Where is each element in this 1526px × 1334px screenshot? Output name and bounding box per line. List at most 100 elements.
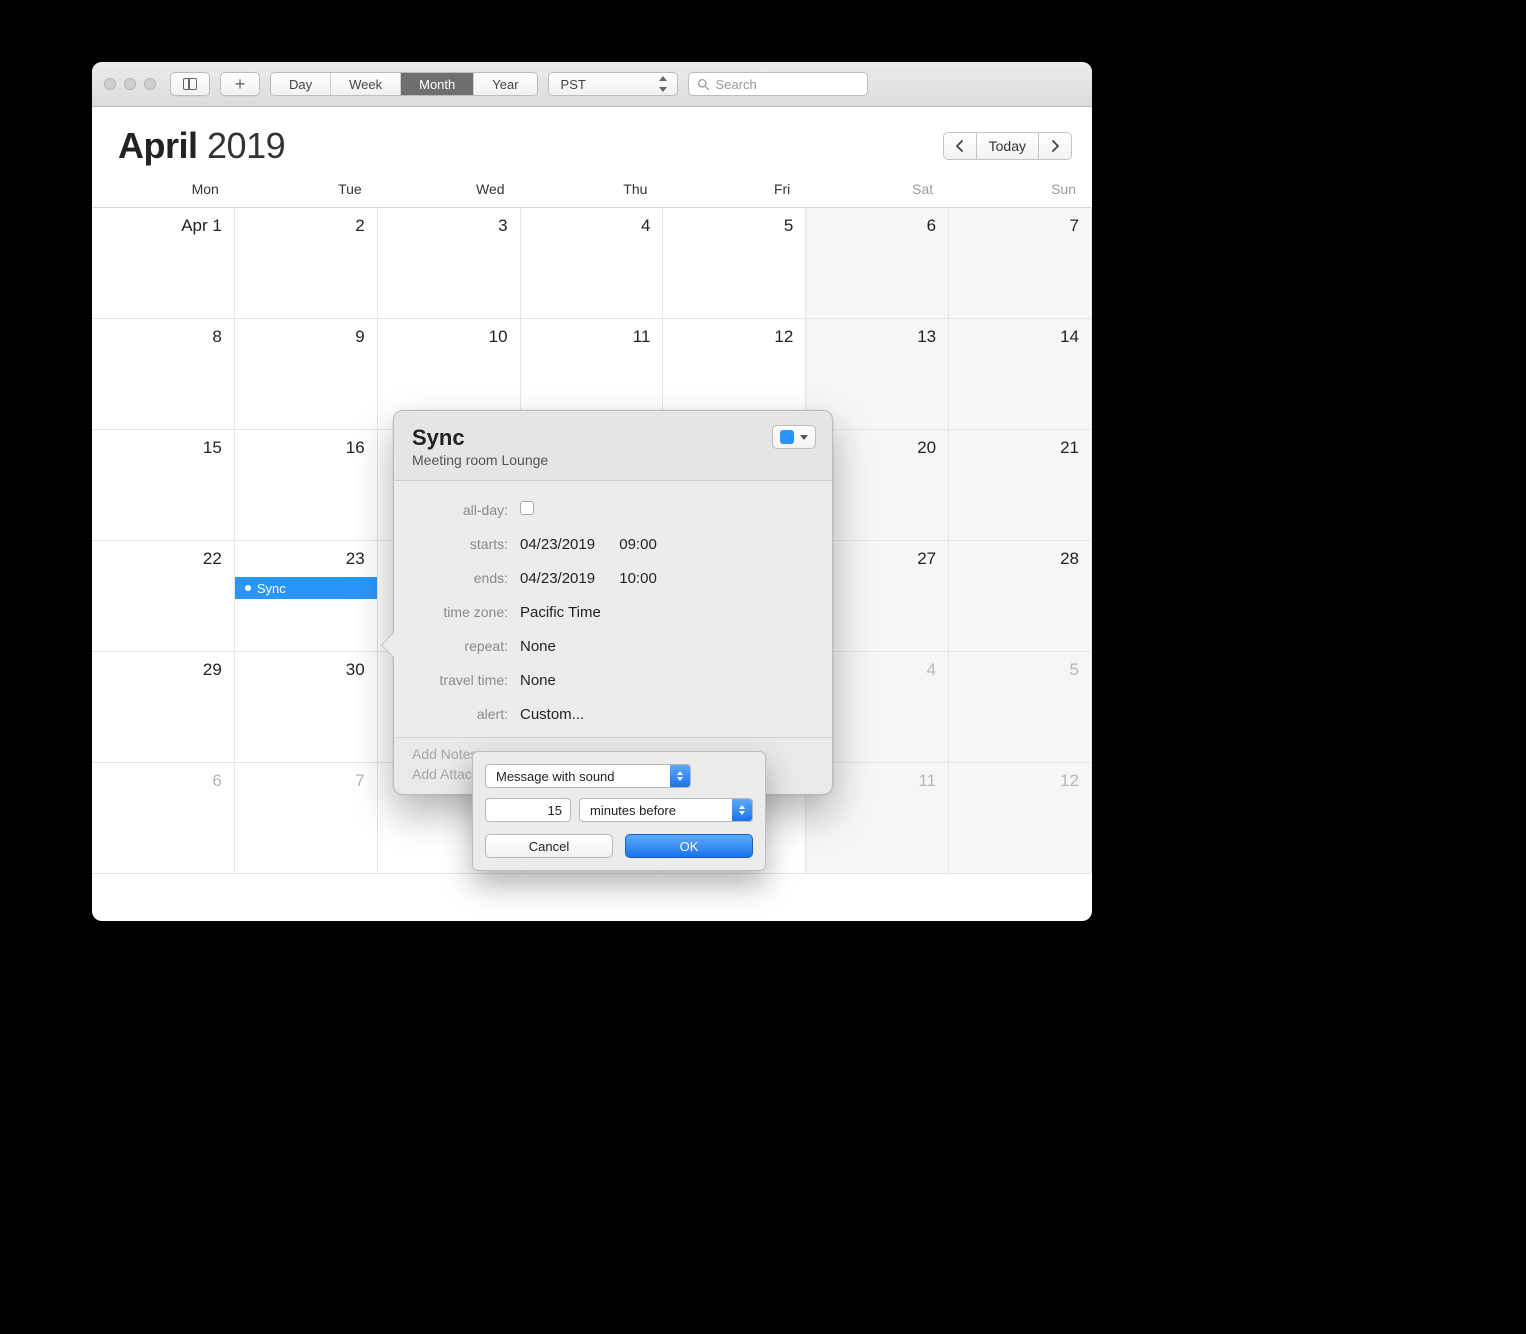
- stepper-arrows-icon: [657, 76, 669, 92]
- alert-type-value: Message with sound: [486, 769, 625, 784]
- weekday-label: Thu: [521, 181, 664, 197]
- weekday-label: Fri: [663, 181, 806, 197]
- view-year[interactable]: Year: [474, 73, 536, 95]
- day-cell[interactable]: 9: [235, 319, 378, 430]
- day-number: 12: [1060, 771, 1079, 791]
- alert-config-popover: Message with sound 15 minutes before Can…: [472, 751, 766, 871]
- day-cell[interactable]: 3: [378, 208, 521, 319]
- day-number: 2: [355, 216, 364, 236]
- alert-unit-select[interactable]: minutes before: [579, 798, 753, 822]
- travel-time-value[interactable]: None: [520, 672, 556, 689]
- view-week[interactable]: Week: [331, 73, 401, 95]
- plus-icon: +: [235, 75, 246, 93]
- day-number: 6: [927, 216, 936, 236]
- day-number: 15: [203, 438, 222, 458]
- alert-value[interactable]: Custom...: [520, 706, 584, 723]
- weekday-label: Mon: [92, 181, 235, 197]
- repeat-value[interactable]: None: [520, 638, 556, 655]
- new-event-button[interactable]: +: [220, 72, 260, 96]
- title-month: April: [118, 125, 198, 166]
- close-icon[interactable]: [104, 78, 116, 90]
- cancel-button[interactable]: Cancel: [485, 834, 613, 858]
- day-cell[interactable]: 12: [949, 763, 1092, 874]
- day-number: 16: [346, 438, 365, 458]
- day-number: 28: [1060, 549, 1079, 569]
- day-number: 22: [203, 549, 222, 569]
- weekday-label: Sat: [806, 181, 949, 197]
- view-month[interactable]: Month: [401, 73, 474, 95]
- day-cell[interactable]: 7: [235, 763, 378, 874]
- day-number: 7: [1070, 216, 1079, 236]
- day-number: 6: [212, 771, 221, 791]
- day-cell[interactable]: 5: [949, 652, 1092, 763]
- ok-button[interactable]: OK: [625, 834, 753, 858]
- day-cell[interactable]: 29: [92, 652, 235, 763]
- day-cell[interactable]: 23Sync: [235, 541, 378, 652]
- alert-label: alert:: [412, 706, 520, 722]
- day-cell[interactable]: 16: [235, 430, 378, 541]
- toggle-sidebar-button[interactable]: [170, 72, 210, 96]
- event-title[interactable]: Sync: [412, 425, 548, 450]
- day-cell[interactable]: 22: [92, 541, 235, 652]
- popover-body: all-day: starts: 04/23/2019 09:00 ends: …: [394, 481, 832, 737]
- search-field[interactable]: Search: [688, 72, 868, 96]
- select-stepper-icon: [732, 799, 752, 821]
- calendar-color-picker[interactable]: [772, 425, 816, 449]
- weekday-header: MonTueWedThuFriSatSun: [92, 181, 1092, 208]
- day-cell[interactable]: 4: [521, 208, 664, 319]
- ends-date[interactable]: 04/23/2019: [520, 570, 595, 587]
- day-number: 29: [203, 660, 222, 680]
- ends-time[interactable]: 10:00: [619, 570, 657, 587]
- day-number: 12: [774, 327, 793, 347]
- day-cell[interactable]: 6: [92, 763, 235, 874]
- allday-checkbox[interactable]: [520, 501, 534, 515]
- starts-date[interactable]: 04/23/2019: [520, 536, 595, 553]
- day-cell[interactable]: 5: [663, 208, 806, 319]
- alert-type-select[interactable]: Message with sound: [485, 764, 691, 788]
- repeat-label: repeat:: [412, 638, 520, 654]
- day-cell[interactable]: 2: [235, 208, 378, 319]
- minimize-icon[interactable]: [124, 78, 136, 90]
- starts-time[interactable]: 09:00: [619, 536, 657, 553]
- day-number: Apr 1: [181, 216, 222, 236]
- event-location[interactable]: Meeting room Lounge: [412, 452, 548, 468]
- day-cell[interactable]: 28: [949, 541, 1092, 652]
- day-cell[interactable]: 8: [92, 319, 235, 430]
- today-button[interactable]: Today: [977, 132, 1038, 160]
- alert-amount-input[interactable]: 15: [485, 798, 571, 822]
- timezone-label: time zone:: [412, 604, 520, 620]
- event-pill-label: Sync: [257, 581, 286, 596]
- zoom-icon[interactable]: [144, 78, 156, 90]
- day-number: 11: [918, 771, 936, 791]
- event-popover: Sync Meeting room Lounge all-day: starts…: [393, 410, 833, 795]
- day-number: 4: [641, 216, 650, 236]
- day-cell[interactable]: 21: [949, 430, 1092, 541]
- day-number: 27: [917, 549, 936, 569]
- day-cell[interactable]: Apr 1: [92, 208, 235, 319]
- day-cell[interactable]: 14: [949, 319, 1092, 430]
- travel-time-label: travel time:: [412, 672, 520, 688]
- day-cell[interactable]: 15: [92, 430, 235, 541]
- day-number: 21: [1060, 438, 1079, 458]
- day-cell[interactable]: 6: [806, 208, 949, 319]
- day-number: 7: [355, 771, 364, 791]
- day-number: 10: [489, 327, 508, 347]
- day-number: 4: [927, 660, 936, 680]
- month-nav: Today: [943, 132, 1072, 160]
- next-month-button[interactable]: [1038, 132, 1072, 160]
- timezone-value[interactable]: Pacific Time: [520, 604, 601, 621]
- day-cell[interactable]: 30: [235, 652, 378, 763]
- starts-label: starts:: [412, 536, 520, 552]
- day-number: 11: [633, 327, 651, 347]
- chevron-right-icon: [1051, 140, 1060, 152]
- prev-month-button[interactable]: [943, 132, 977, 160]
- view-day[interactable]: Day: [271, 73, 331, 95]
- day-cell[interactable]: 7: [949, 208, 1092, 319]
- event-pill[interactable]: Sync: [235, 577, 377, 599]
- day-number: 5: [784, 216, 793, 236]
- titlebar: + Day Week Month Year PST Search: [92, 62, 1092, 107]
- allday-label: all-day:: [412, 502, 520, 518]
- timezone-select[interactable]: PST: [548, 72, 678, 96]
- day-number: 5: [1070, 660, 1079, 680]
- view-segmented-control: Day Week Month Year: [270, 72, 538, 96]
